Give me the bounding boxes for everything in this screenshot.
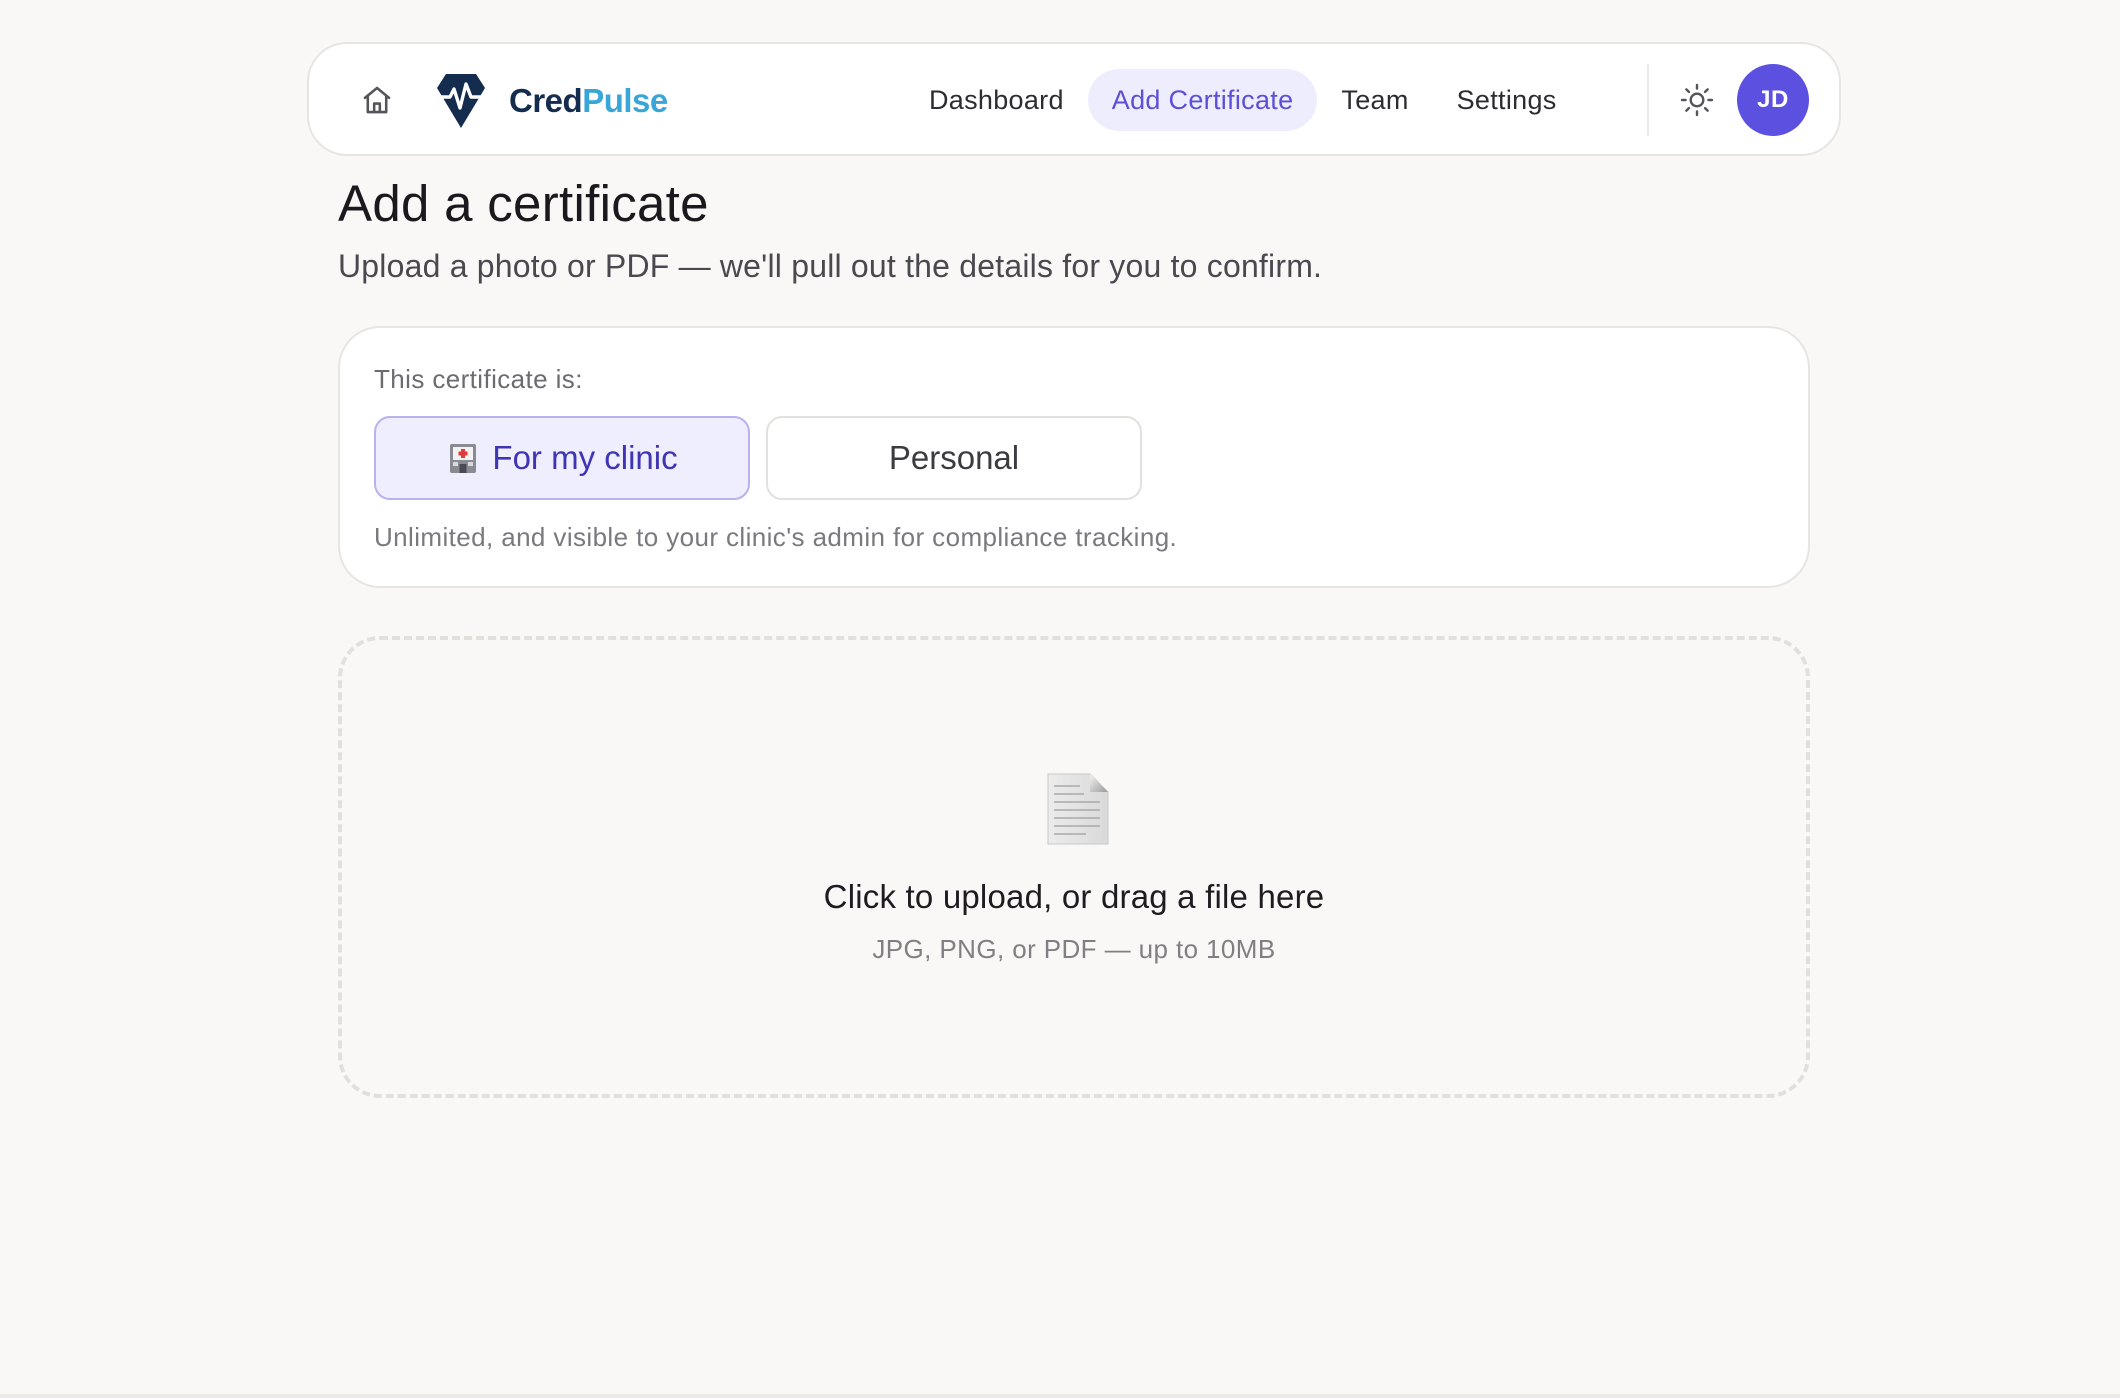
home-button[interactable] [357, 80, 397, 120]
home-icon [363, 86, 391, 114]
sun-icon [1680, 83, 1714, 117]
option-personal-label: Personal [888, 439, 1020, 476]
option-for-my-clinic-label: For my clinic [492, 439, 678, 476]
nav-add-certificate[interactable]: Add Certificate [1087, 69, 1318, 131]
certificate-type-label: This certificate is: [374, 364, 583, 394]
page-title: Add a certificate [338, 175, 709, 232]
option-for-my-clinic[interactable]: For my clinic [374, 416, 750, 500]
option-personal[interactable]: Personal [766, 416, 1142, 500]
theme-toggle-button[interactable] [1675, 78, 1719, 122]
nav-dashboard[interactable]: Dashboard [905, 69, 1088, 131]
hospital-icon [450, 444, 477, 473]
upload-title: Click to upload, or drag a file here [823, 878, 1325, 915]
brand-logo[interactable]: CredPulse [435, 72, 668, 130]
document-icon [1047, 773, 1109, 845]
nav-team[interactable]: Team [1317, 69, 1432, 131]
bottom-divider [0, 1394, 2120, 1398]
nav-divider [1647, 64, 1649, 136]
user-avatar[interactable]: JD [1737, 64, 1809, 136]
logo-shield-icon [437, 74, 485, 128]
certificate-type-card: This certificate is: For my clinic Perso… [338, 326, 1810, 588]
brand-name: CredPulse [509, 82, 668, 120]
certificate-type-help: Unlimited, and visible to your clinic's … [374, 522, 1178, 552]
main-nav: Dashboard Add Certificate Team Settings [905, 69, 1581, 131]
page-subtitle: Upload a photo or PDF — we'll pull out t… [338, 248, 1323, 284]
upload-hint: JPG, PNG, or PDF — up to 10MB [872, 934, 1276, 964]
brand-name-pulse: Pulse [582, 82, 668, 119]
top-navbar: CredPulse Dashboard Add Certificate Team… [307, 42, 1841, 156]
nav-settings[interactable]: Settings [1433, 69, 1581, 131]
upload-dropzone[interactable]: Click to upload, or drag a file here JPG… [338, 636, 1810, 1098]
brand-name-cred: Cred [509, 82, 583, 119]
